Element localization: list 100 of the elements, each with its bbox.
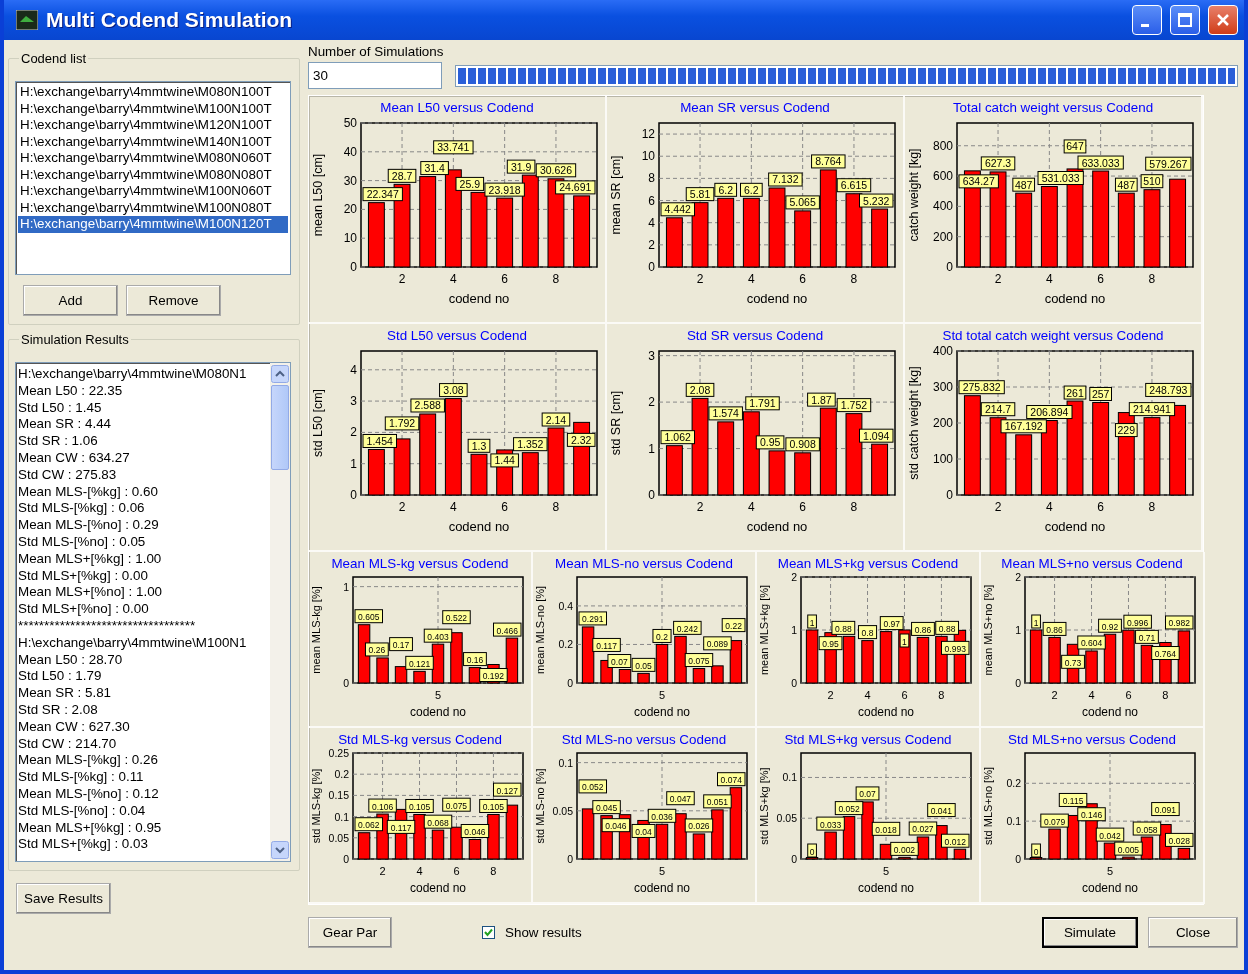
value-label: 214.7 [980,402,1016,417]
value-label: 1 [1031,614,1041,629]
tick-label: 0.4 [558,599,573,612]
bar [692,833,706,860]
value-label: 0.605 [354,609,383,624]
value-label: 0.074 [717,772,746,787]
value-label: 0.045 [592,800,621,815]
value-label: 627.3 [980,156,1016,171]
tick-label: 30 [343,173,357,188]
data-label: 579.267 [1149,157,1188,170]
value-label: 0.105 [405,799,434,813]
value-label: 5.232 [859,193,894,208]
data-label: 6.2 [744,183,759,196]
value-label: 0.046 [460,824,490,838]
tick-label: 6 [1097,500,1104,514]
tick-label: 0 [946,260,953,274]
value-label: 0.042 [1095,827,1125,842]
remove-button[interactable]: Remove [126,285,221,316]
data-label: 206.894 [1030,406,1069,419]
minimize-button[interactable] [1132,5,1162,35]
list-item[interactable]: H:\exchange\barry\4mmtwine\M100N060T [18,183,288,200]
window-title: Multi Codend Simulation [46,8,294,32]
list-item[interactable]: H:\exchange\barry\4mmtwine\M140N100T [18,133,288,150]
data-label: 1.87 [811,393,832,406]
list-item[interactable]: H:\exchange\barry\4mmtwine\M100N120T [18,216,288,233]
bar [1048,636,1061,684]
gear-par-button[interactable]: Gear Par [308,917,392,948]
value-label: 0.04 [631,823,656,838]
close-button[interactable] [1208,5,1238,35]
scrollbar[interactable] [270,363,290,861]
data-label: 0.2 [656,631,669,642]
value-label: 0.146 [1077,807,1106,822]
bar [618,669,632,684]
result-line: Std SR : 2.08 [18,701,99,719]
list-box[interactable] [15,81,291,275]
value-label: 0.07 [607,654,632,668]
checkbox[interactable] [482,926,495,939]
data-label: 1.791 [749,397,776,410]
list-item[interactable]: H:\exchange\barry\4mmtwine\M100N100T [18,100,288,117]
data-label: 31.4 [424,162,445,175]
value-label: 1 [807,614,817,629]
bar [1177,847,1191,860]
value-label: 0.117 [386,819,416,834]
data-label: 248.793 [1149,383,1188,396]
value-label: 531.033 [1037,171,1084,185]
bar [655,643,669,684]
value-label: 206.894 [1026,405,1073,419]
result-line: Std MLS-[%no] : 0.05 [18,533,147,551]
minimize-icon [1141,23,1149,27]
value-label: 1.3 [467,438,491,453]
data-label: 0.88 [835,623,852,634]
data-label: 1.062 [664,431,692,444]
data-label: 214.7 [984,403,1012,416]
list-item[interactable]: H:\exchange\barry\4mmtwine\M120N100T [18,117,288,134]
value-label: 0.089 [703,636,732,651]
bar [468,839,482,860]
simulate-button[interactable]: Simulate [1042,917,1138,948]
value-label: 1.352 [513,437,548,452]
value-label: 0.86 [911,621,935,636]
maximize-button[interactable] [1170,5,1200,35]
value-label: 634.27 [958,174,999,189]
value-label: 6.2 [714,182,738,197]
result-line: Std MLS-[%no] : 0.04 [18,802,147,820]
data-label: 2.08 [689,383,711,396]
value-label: 633.033 [1077,155,1124,170]
list-item[interactable]: H:\exchange\barry\4mmtwine\M080N080T [18,166,288,183]
bar [1140,836,1154,860]
data-label: 1.44 [494,454,516,467]
value-label: 0.71 [1135,629,1159,644]
chart-title: Mean SR versus Codend [680,100,830,115]
tick-label: 5 [882,865,890,877]
tick-label: 0.15 [328,789,349,802]
tick-label: 2 [1051,689,1058,701]
input-field[interactable]: 30 [308,62,442,89]
value-label: 7.132 [768,172,803,187]
value-label: 0.079 [1040,813,1069,828]
save-button[interactable]: Save Results [16,883,111,914]
axis-title: mean L50 [cm] [311,153,325,237]
data-label: 0.996 [1127,617,1149,628]
bar [655,823,669,860]
list-item[interactable]: H:\exchange\barry\4mmtwine\M080N060T [18,150,288,167]
data-label: 0.04 [635,826,653,837]
axis-title: codend no [633,881,691,895]
data-label: 1.574 [712,407,739,420]
add-button[interactable]: Add [23,285,118,316]
value-label: 0.982 [1165,615,1194,630]
list-item[interactable]: H:\exchange\barry\4mmtwine\M100N080T [18,199,288,216]
value-label: 0 [807,843,817,858]
scrollbar-thumb[interactable] [271,385,289,470]
value-label: 2.588 [410,398,445,413]
tick-label: 6 [799,272,806,286]
tick-label: 0.05 [328,831,349,844]
value-label: 248.793 [1145,382,1192,397]
data-label: 0.018 [875,824,897,835]
list-item[interactable]: H:\exchange\barry\4mmtwine\M080N100T [18,84,288,101]
value-label: 0.105 [479,799,508,813]
close-dialog-button[interactable]: Close [1148,917,1238,948]
data-label: 2.588 [414,399,441,412]
bar [581,626,595,684]
result-line: H:\exchange\barry\4mmtwine\M100N1 [18,634,248,652]
